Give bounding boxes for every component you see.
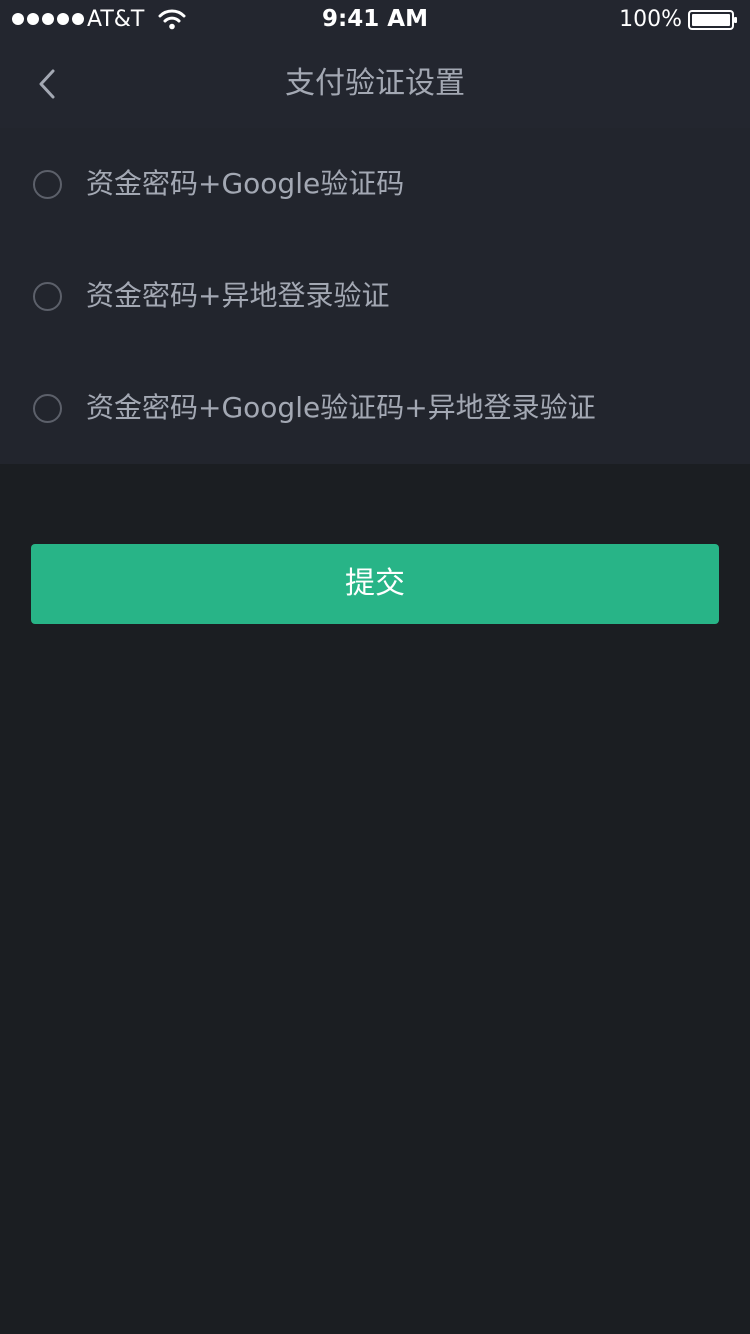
option-label: 资金密码+Google验证码+异地登录验证 (86, 391, 596, 424)
navigation-bar: 支付验证设置 (0, 40, 750, 128)
radio-button[interactable] (33, 394, 62, 423)
verification-options-list: 资金密码+Google验证码 资金密码+异地登录验证 资金密码+Google验证… (0, 128, 750, 464)
battery-percentage: 100% (619, 7, 682, 32)
option-password-google[interactable]: 资金密码+Google验证码 (0, 128, 750, 240)
option-password-google-remote-login[interactable]: 资金密码+Google验证码+异地登录验证 (0, 352, 750, 464)
option-password-remote-login[interactable]: 资金密码+异地登录验证 (0, 240, 750, 352)
submit-button[interactable]: 提交 (31, 544, 719, 624)
battery-icon (688, 10, 737, 30)
top-area: AT&T 9:41 AM 100% 支付验证设置 (0, 0, 750, 128)
radio-button[interactable] (33, 282, 62, 311)
page-title: 支付验证设置 (285, 66, 465, 101)
option-label: 资金密码+异地登录验证 (86, 279, 390, 312)
option-label: 资金密码+Google验证码 (86, 167, 405, 200)
status-bar: AT&T 9:41 AM 100% (0, 0, 750, 40)
radio-button[interactable] (33, 170, 62, 199)
